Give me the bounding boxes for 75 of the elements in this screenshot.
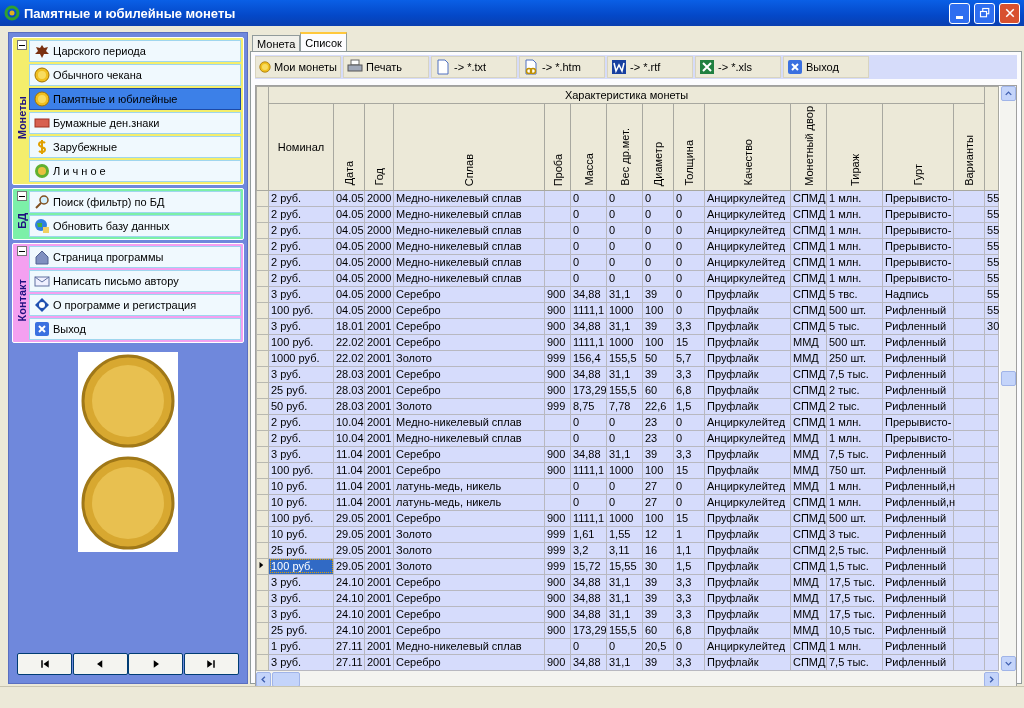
column-header[interactable]: Варианты [953, 103, 985, 191]
column-header[interactable]: Толщина [673, 103, 705, 191]
word-document-icon [611, 59, 627, 75]
nav-item[interactable]: Бумажные ден.знаки [29, 112, 241, 134]
close-icon [34, 321, 50, 337]
nav-item[interactable]: Л и ч н о е [29, 160, 241, 182]
nav-item[interactable]: Обычного чекана [29, 64, 241, 86]
nav-item[interactable]: Зарубежные [29, 136, 241, 158]
toolbar-button[interactable]: -> *.rtf [607, 56, 693, 78]
toolbar-button[interactable]: -> *.txt [431, 56, 517, 78]
column-header[interactable]: Гурт [882, 103, 954, 191]
close-button[interactable] [999, 2, 1020, 24]
column-header[interactable]: Монетный двор [790, 103, 827, 191]
medal-icon [34, 163, 50, 179]
close-icon [1003, 7, 1016, 19]
record-nav-button[interactable] [183, 653, 239, 675]
record-nav-button[interactable] [17, 653, 72, 675]
coin-icon [259, 59, 271, 75]
column-header[interactable]: Сплав [393, 103, 545, 191]
column-header[interactable]: Вес др.мет. [606, 103, 643, 191]
group-title: Монеты [16, 96, 28, 140]
first-record-icon [38, 658, 51, 670]
scroll-thumb[interactable] [1000, 370, 1016, 386]
tab[interactable]: Список [300, 32, 347, 51]
column-header[interactable]: Дата [333, 103, 365, 191]
collapse-toggle[interactable] [17, 40, 27, 50]
group-title: Контакт [16, 278, 28, 322]
wreath-icon [4, 5, 20, 21]
globe-icon [34, 218, 50, 234]
nav-item[interactable]: Обновить базу данных [29, 215, 241, 237]
banknote-icon [34, 115, 50, 131]
linked-document-icon [523, 59, 539, 75]
window-title: Памятные и юбилейные монеты [24, 5, 237, 21]
nav-item[interactable]: Выход [29, 318, 241, 340]
house-icon [34, 249, 50, 265]
restore-icon [978, 7, 991, 19]
column-group-header: Характеристика монеты [268, 86, 985, 104]
column-header[interactable]: Проба [544, 103, 571, 191]
coin-icon [34, 91, 50, 107]
nav-item[interactable]: Царского периода [29, 40, 241, 62]
record-nav-button[interactable] [128, 653, 184, 675]
nav-item[interactable]: Памятные и юбилейные [29, 88, 241, 110]
nav-item[interactable]: Страница программы [29, 246, 241, 268]
tab[interactable]: Монета [252, 35, 301, 51]
nav-item[interactable]: Написать письмо автору [29, 270, 241, 292]
toolbar-button[interactable]: Мои монеты [255, 56, 341, 78]
toolbar-button[interactable]: Печать [343, 56, 429, 78]
info-icon [34, 297, 50, 313]
search-icon [34, 194, 50, 210]
nav-item[interactable]: Поиск (фильтр) по БД [29, 191, 241, 213]
toolbar-button[interactable]: -> *.xls [695, 56, 781, 78]
group-title: БД [16, 213, 28, 229]
spreadsheet-icon [699, 59, 715, 75]
toolbar-button[interactable]: -> *.htm [519, 56, 605, 78]
record-nav-button[interactable] [72, 653, 128, 675]
column-header[interactable]: Год [364, 103, 394, 191]
last-record-icon [205, 658, 218, 670]
collapse-toggle[interactable] [17, 191, 27, 201]
column-header[interactable]: Номинал [268, 103, 334, 191]
column-header[interactable]: Диаметр [642, 103, 674, 191]
printer-icon [347, 59, 363, 75]
minimize-icon [956, 15, 963, 19]
restore-button[interactable] [974, 2, 995, 24]
column-header[interactable]: Качество [704, 103, 791, 191]
minimize-button[interactable] [949, 2, 970, 24]
nav-item[interactable]: О программе и регистрация [29, 294, 241, 316]
column-header[interactable]: Масса [570, 103, 607, 191]
envelope-icon [34, 273, 50, 289]
toolbar-button[interactable]: Выход [783, 56, 869, 78]
vertical-scrollbar[interactable] [1000, 86, 1016, 671]
collapse-toggle[interactable] [17, 246, 27, 256]
close-icon [787, 59, 803, 75]
column-header[interactable]: Тираж [826, 103, 883, 191]
scroll-thumb[interactable] [272, 671, 300, 687]
document-icon [435, 59, 451, 75]
